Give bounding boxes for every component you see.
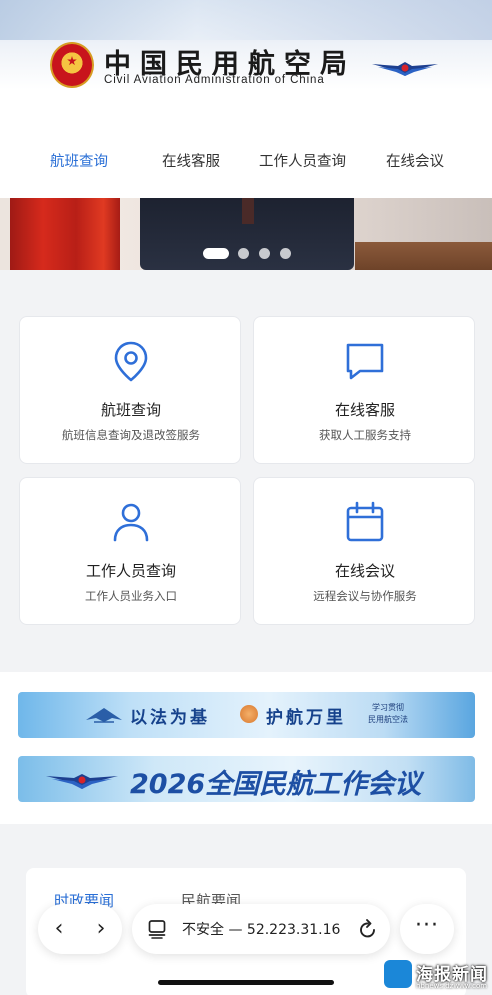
more-menu-button[interactable]: ··· — [400, 904, 454, 954]
tab-online-meeting[interactable]: 在线会议 — [386, 150, 444, 174]
national-emblem-icon — [50, 42, 94, 88]
promo-banner-2026-conference[interactable]: 2026全国民航工作会议 — [18, 756, 475, 802]
site-title-cn: 中国民用航空局 — [104, 49, 356, 80]
plane-icon — [86, 708, 122, 723]
carousel-dot[interactable] — [259, 248, 270, 259]
address-separator: — — [228, 922, 243, 938]
watermark-logo-icon — [384, 960, 412, 988]
address-url: 52.223.31.16 — [246, 922, 341, 938]
promo1-side-caption: 学习贯彻 民用航空法 — [363, 702, 413, 726]
service-card-flight-query[interactable]: 航班查询 航班信息查询及退改签服务 — [19, 316, 241, 464]
caac-wings-logo-icon — [46, 774, 118, 789]
address-text: 不安全 — 52.223.31.16 — [182, 919, 340, 939]
promo1-side-line2: 民用航空法 — [368, 715, 408, 724]
caac-wings-logo-icon — [372, 62, 438, 76]
service-card-staff-query[interactable]: 工作人员查询 工作人员业务入口 — [19, 477, 241, 625]
promo2-title: 2026全国民航工作会议 — [130, 769, 422, 800]
site-title-en: Civil Aviation Administration of China — [104, 74, 325, 86]
news-watermark: 海报新闻 hbnews.dzwww.com — [384, 958, 488, 992]
tab-staff-query[interactable]: 工作人员查询 — [259, 150, 346, 174]
service-title: 在线客服 — [334, 401, 395, 419]
home-indicator[interactable] — [158, 980, 334, 985]
promo1-text-right: 护航万里 — [266, 708, 346, 728]
service-title: 在线会议 — [334, 562, 395, 580]
site-header: 中国民用航空局 Civil Aviation Administration of… — [0, 0, 492, 128]
header-sky-background — [0, 0, 492, 40]
service-subtitle: 工作人员业务入口 — [85, 589, 177, 603]
address-bar[interactable]: 不安全 — 52.223.31.16 — [132, 904, 390, 954]
carousel-dot[interactable] — [238, 248, 249, 259]
promo-banner-civil-aviation-law[interactable]: 以法为基 护航万里 学习贯彻 民用航空法 — [18, 692, 475, 738]
browser-nav-buttons: ‹ › — [38, 904, 122, 954]
carousel-dot-active[interactable] — [203, 248, 229, 259]
reload-icon[interactable] — [358, 918, 378, 940]
forward-button[interactable]: › — [80, 904, 122, 954]
service-card-online-service[interactable]: 在线客服 获取人工服务支持 — [253, 316, 475, 464]
promo1-text-left: 以法为基 — [130, 708, 210, 728]
watermark-sub: hbnews.dzwww.com — [416, 982, 488, 990]
service-subtitle: 获取人工服务支持 — [319, 428, 411, 442]
service-title: 航班查询 — [100, 401, 161, 419]
location-pin-icon — [114, 341, 148, 382]
service-subtitle: 远程会议与协作服务 — [313, 589, 417, 603]
tab-online-service[interactable]: 在线客服 — [162, 150, 220, 174]
tab-flight-query[interactable]: 航班查询 — [50, 150, 108, 174]
service-subtitle: 航班信息查询及退改签服务 — [62, 428, 200, 442]
promo1-side-line1: 学习贯彻 — [372, 703, 404, 712]
page-menu-icon[interactable] — [148, 919, 166, 939]
service-title: 工作人员查询 — [85, 562, 176, 580]
user-icon — [113, 503, 149, 542]
chat-bubble-icon — [346, 343, 384, 380]
calendar-icon — [346, 501, 384, 542]
justice-badge-icon — [240, 705, 258, 723]
back-button[interactable]: ‹ — [38, 904, 80, 954]
carousel-dot[interactable] — [280, 248, 291, 259]
carousel-indicators — [0, 248, 492, 260]
security-label: 不安全 — [182, 922, 224, 938]
service-card-online-meeting[interactable]: 在线会议 远程会议与协作服务 — [253, 477, 475, 625]
top-nav-tabs: 航班查询 在线客服 工作人员查询 在线会议 — [0, 128, 492, 198]
